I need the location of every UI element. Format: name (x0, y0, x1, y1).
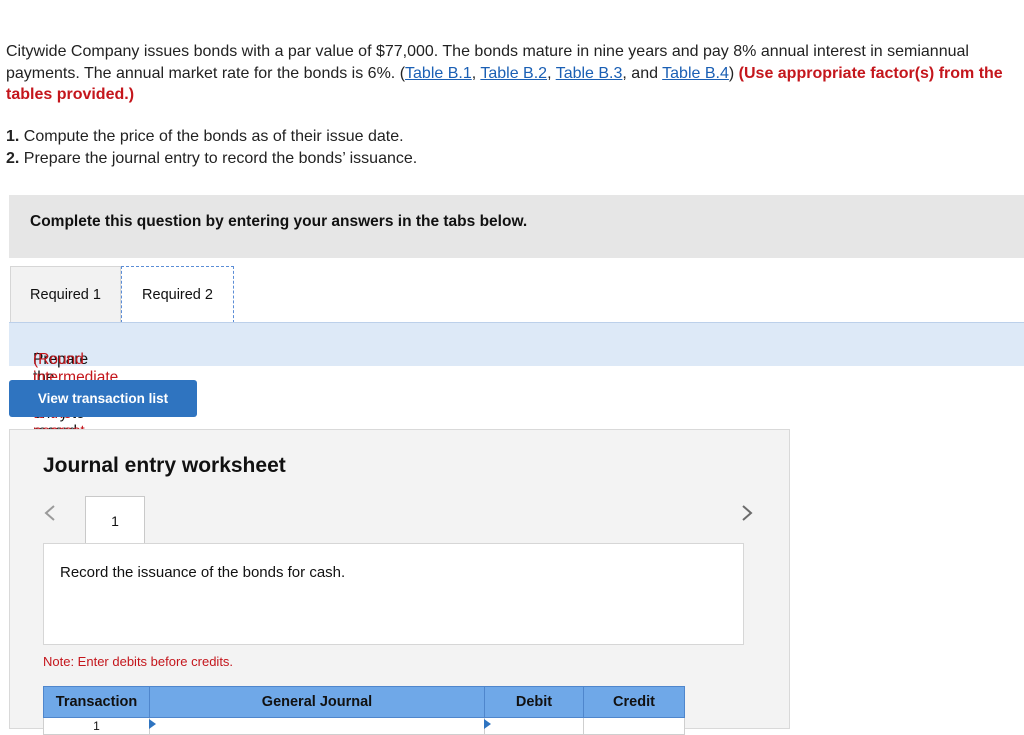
column-header-general-journal: General Journal (149, 686, 485, 718)
separator: , (547, 64, 556, 82)
transaction-description-box: Record the issuance of the bonds for cas… (43, 543, 744, 645)
worksheet-title: Journal entry worksheet (43, 454, 286, 477)
transaction-description: Record the issuance of the bonds for cas… (60, 564, 346, 581)
complete-question-banner: Complete this question by entering your … (9, 195, 1024, 258)
dropdown-indicator-icon (149, 719, 156, 729)
banner-text: Complete this question by entering your … (30, 213, 528, 230)
requirement-1: 1. Compute the price of the bonds as of … (6, 126, 417, 148)
problem-text-end: ) (728, 64, 739, 82)
problem-statement: Citywide Company issues bonds with a par… (6, 41, 1021, 106)
dropdown-indicator-icon (484, 719, 491, 729)
view-transaction-list-button[interactable]: View transaction list (9, 380, 197, 417)
transaction-number: 1 (93, 719, 100, 733)
chevron-left-icon[interactable] (40, 498, 60, 528)
instruction-bar: Prepare the journal entry to record the … (9, 322, 1024, 494)
table-b2-link[interactable]: Table B.2 (480, 65, 547, 82)
table-b1-link[interactable]: Table B.1 (405, 65, 472, 82)
debit-cell[interactable] (484, 717, 584, 735)
journal-entry-worksheet: Journal entry worksheet 1 Record the iss… (9, 429, 790, 735)
debit-credit-note: Note: Enter debits before credits. (43, 654, 234, 669)
general-journal-cell[interactable] (149, 717, 485, 735)
worksheet-page-tab[interactable]: 1 (85, 496, 145, 544)
requirement-number: 2. (6, 150, 20, 167)
journal-table: Transaction General Journal Debit Credit… (43, 686, 685, 735)
transaction-cell: 1 (43, 717, 150, 735)
credit-cell[interactable] (583, 717, 685, 735)
requirement-number: 1. (6, 128, 20, 145)
requirement-text: Prepare the journal entry to record the … (19, 150, 418, 167)
tab-required-2[interactable]: Required 2 (121, 266, 234, 323)
chevron-right-icon[interactable] (737, 498, 757, 528)
requirement-text: Compute the price of the bonds as of the… (19, 128, 404, 145)
column-header-debit: Debit (484, 686, 584, 718)
column-header-transaction: Transaction (43, 686, 150, 718)
table-b4-link[interactable]: Table B.4 (662, 65, 729, 82)
requirements-list: 1. Compute the price of the bonds as of … (6, 126, 417, 170)
tab-required-1[interactable]: Required 1 (10, 266, 121, 323)
table-b3-link[interactable]: Table B.3 (556, 65, 623, 82)
column-header-credit: Credit (583, 686, 685, 718)
table-row: 1 (43, 717, 685, 735)
requirement-2: 2. Prepare the journal entry to record t… (6, 148, 417, 170)
separator: , and (622, 64, 663, 82)
